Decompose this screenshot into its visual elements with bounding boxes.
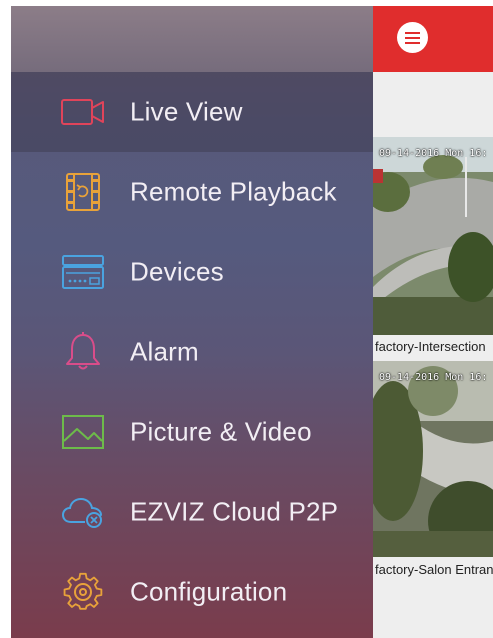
camera-timestamp: 09-14-2016 Mon 16: — [379, 148, 488, 159]
menu-item-devices[interactable]: Devices — [11, 232, 373, 312]
camera-feed-tile[interactable]: 09-14-2016 Mon 16: — [373, 361, 493, 557]
menu-item-label: Configuration — [130, 576, 288, 607]
navigation-drawer: Live View Remote Playback Devices Alarm … — [11, 6, 373, 638]
cloud-p2p-icon — [60, 491, 106, 533]
menu-item-label: Live View — [130, 96, 243, 127]
gear-icon — [60, 571, 106, 613]
menu-item-ezviz-cloud-p2p[interactable]: EZVIZ Cloud P2P — [11, 472, 373, 552]
bell-icon — [60, 331, 106, 373]
menu-item-configuration[interactable]: Configuration — [11, 552, 373, 632]
camera-feed-image — [373, 361, 493, 557]
top-app-bar — [373, 6, 493, 72]
menu-icon — [405, 31, 420, 44]
camera-feed-image — [373, 137, 493, 335]
menu-item-picture-video[interactable]: Picture & Video — [11, 392, 373, 472]
menu-item-label: Alarm — [130, 336, 199, 367]
picture-icon — [60, 411, 106, 453]
menu-item-alarm[interactable]: Alarm — [11, 312, 373, 392]
app-screen: 09-14-2016 Mon 16: factory-Intersection … — [11, 6, 493, 638]
video-camera-icon — [60, 91, 106, 133]
camera-timestamp: 09-14-2016 Mon 16: — [379, 372, 488, 383]
camera-feed-tile[interactable]: 09-14-2016 Mon 16: — [373, 137, 493, 335]
camera-name-label: factory-Salon Entrance — [375, 562, 493, 577]
playback-film-icon — [60, 171, 106, 213]
menu-item-label: Remote Playback — [130, 176, 337, 207]
drawer-header — [11, 6, 373, 72]
camera-name-label: factory-Intersection — [375, 339, 486, 354]
menu-item-live-view[interactable]: Live View — [11, 72, 373, 152]
menu-item-remote-playback[interactable]: Remote Playback — [11, 152, 373, 232]
menu-item-label: Picture & Video — [130, 416, 312, 447]
menu-button[interactable] — [397, 22, 428, 53]
dvr-device-icon — [60, 251, 106, 293]
menu-item-label: EZVIZ Cloud P2P — [130, 496, 339, 527]
drawer-menu-list: Live View Remote Playback Devices Alarm … — [11, 72, 373, 632]
menu-item-label: Devices — [130, 256, 224, 287]
